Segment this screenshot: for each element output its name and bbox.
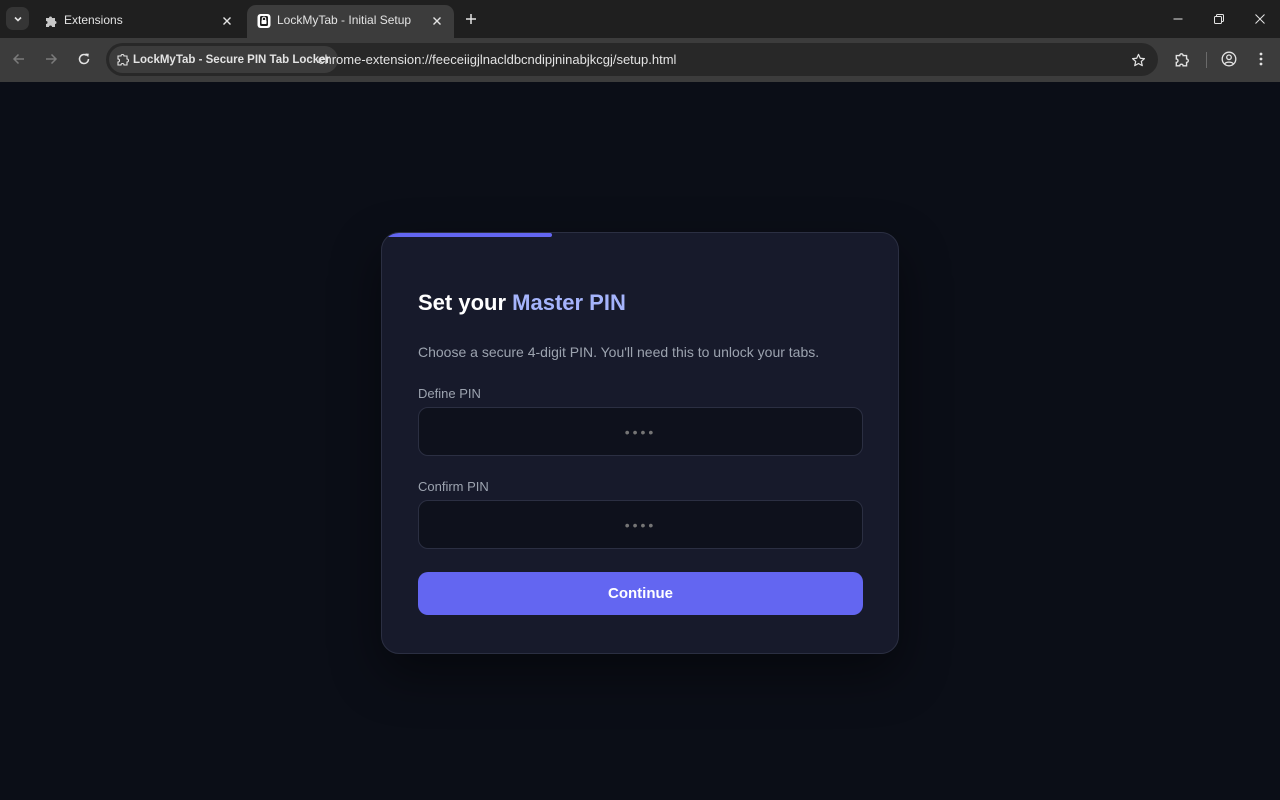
- define-pin-input[interactable]: [418, 407, 863, 456]
- close-icon: [1255, 14, 1265, 24]
- close-icon[interactable]: [219, 13, 235, 29]
- lock-icon: [256, 13, 272, 29]
- extensions-button[interactable]: [1172, 49, 1192, 69]
- tab-extensions[interactable]: Extensions: [34, 5, 244, 38]
- setup-page: Set your Master PIN Choose a secure 4-di…: [0, 82, 1280, 800]
- chevron-down-icon: [13, 16, 22, 22]
- close-icon[interactable]: [429, 13, 445, 29]
- close-window-button[interactable]: [1250, 9, 1270, 29]
- continue-button[interactable]: Continue: [418, 572, 863, 615]
- back-button[interactable]: [9, 49, 29, 69]
- minimize-button[interactable]: [1168, 9, 1188, 29]
- star-icon: [1131, 53, 1145, 66]
- heading-prefix: Set your: [418, 290, 513, 315]
- arrow-left-icon: [12, 53, 24, 65]
- confirm-pin-input[interactable]: [418, 500, 863, 549]
- profile-button[interactable]: [1219, 49, 1239, 69]
- extension-icon: [117, 54, 129, 66]
- tab-search-button[interactable]: [6, 7, 29, 30]
- bookmark-star-button[interactable]: [1128, 50, 1148, 70]
- arrow-right-icon: [46, 53, 58, 65]
- address-bar[interactable]: LockMyTab - Secure PIN Tab Locker chrome…: [106, 43, 1158, 76]
- minimize-icon: [1173, 18, 1183, 20]
- reload-icon: [78, 53, 90, 65]
- forward-button[interactable]: [41, 49, 61, 69]
- toolbar-divider: [1206, 52, 1207, 68]
- reload-button[interactable]: [74, 49, 94, 69]
- setup-progress-bar: [382, 233, 553, 237]
- tab-lockmytab-setup[interactable]: LockMyTab - Initial Setup: [247, 5, 454, 38]
- setup-description: Choose a secure 4-digit PIN. You'll need…: [418, 344, 820, 360]
- page-title: Set your Master PIN: [418, 290, 626, 316]
- url-text[interactable]: chrome-extension://feeceiigjlnacldbcndip…: [318, 52, 676, 67]
- more-vertical-icon: [1259, 52, 1263, 66]
- site-info-chip[interactable]: LockMyTab - Secure PIN Tab Locker: [109, 46, 339, 73]
- tab-title: LockMyTab - Initial Setup: [277, 13, 412, 27]
- puzzle-icon: [43, 13, 59, 29]
- restore-icon: [1214, 14, 1224, 24]
- setup-card: Set your Master PIN Choose a secure 4-di…: [381, 232, 899, 654]
- confirm-pin-label: Confirm PIN: [418, 479, 489, 494]
- account-icon: [1221, 51, 1237, 67]
- tab-strip: Extensions LockMyTab - Initial Setup: [0, 0, 1280, 38]
- menu-button[interactable]: [1251, 49, 1271, 69]
- tab-title: Extensions: [64, 13, 123, 27]
- define-pin-label: Define PIN: [418, 386, 481, 401]
- heading-accent: Master PIN: [512, 290, 626, 315]
- puzzle-icon: [1175, 53, 1189, 67]
- restore-button[interactable]: [1209, 9, 1229, 29]
- browser-toolbar: LockMyTab - Secure PIN Tab Locker chrome…: [0, 38, 1280, 82]
- new-tab-button[interactable]: [461, 9, 481, 29]
- plus-icon: [466, 14, 476, 24]
- site-chip-label: LockMyTab - Secure PIN Tab Locker: [133, 53, 331, 66]
